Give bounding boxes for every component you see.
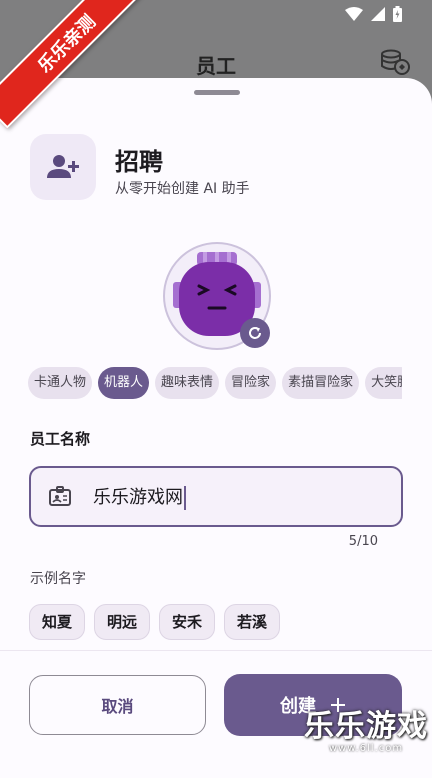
battery-icon [393,6,402,22]
wifi-icon [345,7,363,21]
style-chip-cartoon[interactable]: 卡通人物 [28,367,93,399]
example-names-label: 示例名字 [30,571,86,587]
example-name-chip[interactable]: 安禾 [159,604,216,640]
text-caret [184,486,186,510]
cancel-button[interactable]: 取消 [29,675,206,735]
hire-subtitle: 从零开始创建 AI 助手 [115,181,250,197]
style-chip-robot[interactable]: 机器人 [98,367,150,399]
refresh-icon [249,327,261,339]
site-watermark: 乐乐游戏 www.6ll.com [304,709,428,755]
style-chip-sketch-adventurer[interactable]: 素描冒险家 [282,367,360,399]
character-counter: 5/10 [348,534,378,549]
id-badge-icon [49,486,71,506]
example-name-chip[interactable]: 明远 [94,604,151,640]
hire-title: 招聘 [115,148,163,176]
style-chip-fun-emoji[interactable]: 趣味表情 [155,367,220,399]
example-name-chip[interactable]: 若溪 [224,604,281,640]
name-label: 员工名称 [30,430,91,448]
signal-icon [371,7,385,21]
add-person-icon [47,155,79,178]
style-chip-big-smile[interactable]: 大笑脸 [365,367,402,399]
watermark-text: 乐乐游戏 [304,709,428,744]
example-names: 知夏 明远 安禾 若溪 [29,604,281,640]
watermark-url: www.6ll.com [328,743,404,754]
hire-bottom-sheet: 招聘 从零开始创建 AI 助手 卡通人物 机器人 趣味表情 冒险家 素描冒险家 … [0,78,432,778]
coins-icon[interactable] [380,46,410,80]
name-input-value: 乐乐游戏网 [93,483,186,510]
style-chips: 卡通人物 机器人 趣味表情 冒险家 素描冒险家 大笑脸 [28,367,402,399]
name-input[interactable]: 乐乐游戏网 [29,466,403,527]
status-icons [345,6,402,22]
drag-handle[interactable] [194,90,240,95]
divider [0,650,432,651]
refresh-avatar-button[interactable] [240,318,270,348]
style-chip-adventurer[interactable]: 冒险家 [225,367,277,399]
hire-icon-container [30,134,96,200]
name-input-text: 乐乐游戏网 [93,487,183,508]
cancel-label: 取消 [101,697,134,716]
example-name-chip[interactable]: 知夏 [29,604,86,640]
